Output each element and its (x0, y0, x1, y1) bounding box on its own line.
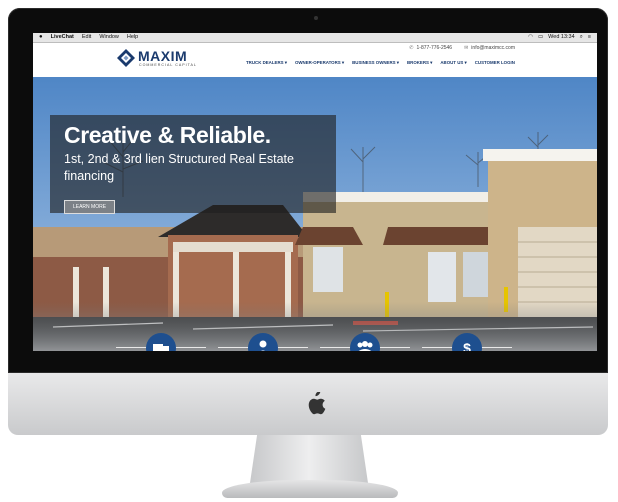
learn-more-button[interactable]: LEARN MORE (64, 200, 115, 214)
logo-name: MAXIM (138, 48, 188, 64)
logo-mark-icon (117, 49, 135, 67)
site-logo[interactable]: MAXIM COMMERCIAL CAPITAL (117, 48, 207, 72)
apple-logo-icon (308, 392, 326, 415)
email-address: info@maximcc.com (471, 45, 515, 51)
group-icon[interactable] (350, 333, 380, 351)
hero-subtitle: 1st, 2nd & 3rd lien Structured Real Esta… (64, 152, 294, 183)
imac-stand-foot (222, 480, 398, 498)
mail-icon: ✉ (464, 45, 469, 51)
camera-icon (314, 16, 318, 20)
site-header: MAXIM COMMERCIAL CAPITAL ✆ 1-877-776-2546… (33, 43, 597, 77)
nav-owner-operators[interactable]: OWNER-OPERATORS ▾ (295, 60, 344, 66)
search-icon[interactable]: ⌕ (580, 33, 583, 42)
list-icon[interactable]: ≡ (588, 33, 591, 42)
apple-menu-icon[interactable]: ● (39, 33, 43, 42)
phone-number: 1-877-776-2546 (416, 45, 453, 51)
nav-truck-dealers[interactable]: TRUCK DEALERS ▾ (246, 60, 287, 66)
logo-tagline: COMMERCIAL CAPITAL (139, 63, 197, 67)
nav-about-us[interactable]: ABOUT US ▾ (440, 60, 466, 66)
main-nav: TRUCK DEALERS ▾ OWNER-OPERATORS ▾ BUSINE… (246, 60, 515, 66)
phone-icon: ✆ (409, 45, 414, 51)
group-glyph (357, 341, 373, 351)
menu-app-name[interactable]: LiveChat (51, 33, 74, 42)
truck-glyph (153, 344, 169, 351)
hero-banner: Creative & Reliable. 1st, 2nd & 3rd lien… (33, 77, 597, 351)
nav-customer-login[interactable]: CUSTOMER LOGIN (475, 60, 515, 66)
mac-menubar: ● LiveChat Edit Window Help ◠ ▭ Wed 13:3… (33, 33, 597, 43)
battery-icon[interactable]: ▭ (538, 33, 543, 42)
email-contact[interactable]: ✉ info@maximcc.com (464, 45, 515, 51)
nav-brokers[interactable]: BROKERS ▾ (407, 60, 432, 66)
menu-edit[interactable]: Edit (82, 33, 91, 42)
wifi-icon[interactable]: ◠ (528, 33, 533, 42)
contact-bar: ✆ 1-877-776-2546 ✉ info@maximcc.com (409, 45, 515, 51)
hero-title: Creative & Reliable. (64, 122, 271, 148)
menu-window[interactable]: Window (99, 33, 119, 42)
person-icon[interactable] (248, 333, 278, 351)
screen: ● LiveChat Edit Window Help ◠ ▭ Wed 13:3… (33, 33, 597, 351)
imac-stand-neck (250, 435, 368, 483)
menu-help[interactable]: Help (127, 33, 138, 42)
phone-contact[interactable]: ✆ 1-877-776-2546 (409, 45, 452, 51)
nav-business-owners[interactable]: BUSINESS OWNERS ▾ (352, 60, 399, 66)
menubar-clock[interactable]: Wed 13:34 (548, 33, 575, 42)
person-glyph (259, 340, 267, 351)
truck-icon[interactable] (146, 333, 176, 351)
